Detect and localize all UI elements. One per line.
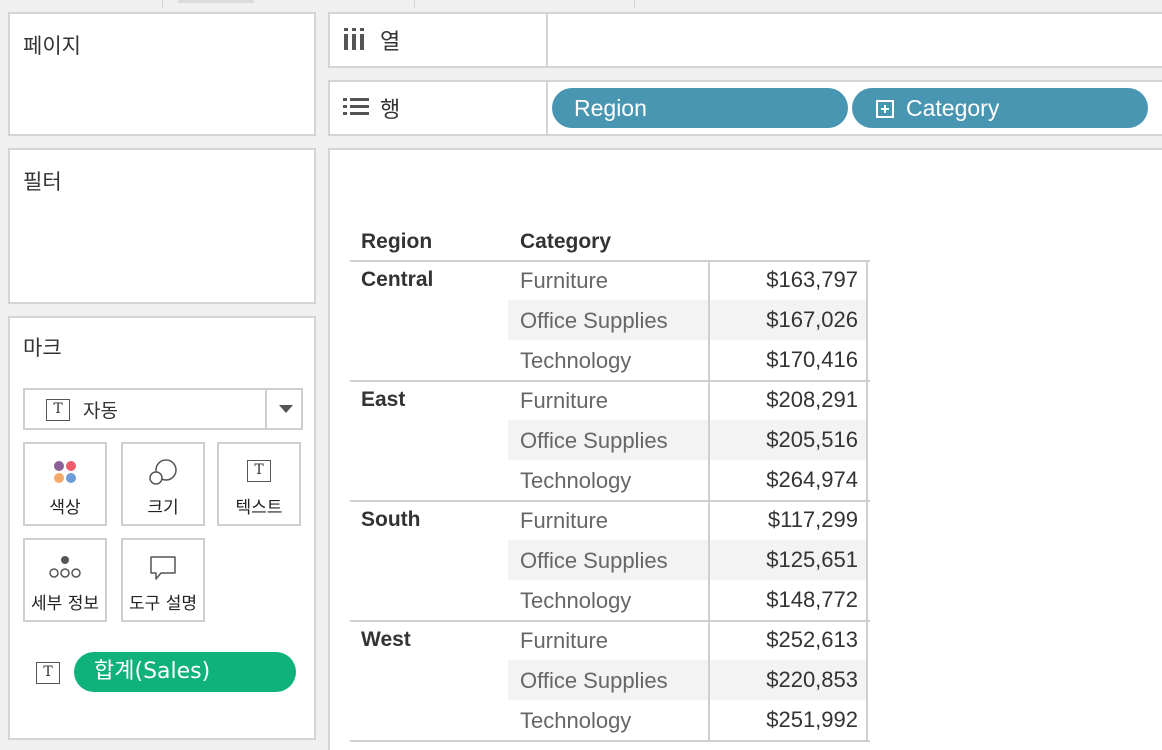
region-group: East Furniture $208,291 Office Supplies $205… xyxy=(350,380,870,500)
column-header-region[interactable]: Region xyxy=(361,230,432,254)
chevron-down-icon[interactable] xyxy=(279,405,293,413)
sales-value-cell[interactable]: $125,651 xyxy=(708,540,868,580)
marks-card: 마크 T 자동 색상 크기 T 텍스트 세부 정보 도구 설명 T 합계(Sal… xyxy=(8,316,316,740)
rows-shelf[interactable]: 행 Region Category xyxy=(328,80,1162,136)
mark-type-dropdown[interactable]: T 자동 xyxy=(23,388,303,430)
sales-value-cell[interactable]: $252,613 xyxy=(708,620,868,660)
table-row[interactable]: Furniture $252,613 xyxy=(508,620,870,660)
marks-card-title: 마크 xyxy=(23,336,62,360)
size-button[interactable]: 크기 xyxy=(121,442,205,526)
sales-value-cell[interactable]: $220,853 xyxy=(708,660,868,700)
size-button-label: 크기 xyxy=(147,498,179,518)
sales-value-cell[interactable]: $170,416 xyxy=(708,340,868,380)
color-button[interactable]: 색상 xyxy=(23,442,107,526)
sales-value-cell[interactable]: $117,299 xyxy=(708,500,868,540)
table-row[interactable]: Furniture $163,797 xyxy=(508,260,870,300)
text-t-icon: T xyxy=(247,460,271,482)
table-row[interactable]: Furniture $208,291 xyxy=(508,380,870,420)
rows-shelf-label: 행 xyxy=(380,98,401,123)
text-encoding-icon[interactable]: T xyxy=(36,662,60,684)
dropdown-divider xyxy=(265,390,267,428)
category-cell[interactable]: Technology xyxy=(508,460,708,500)
table-row[interactable]: Technology $170,416 xyxy=(508,340,870,380)
category-cell[interactable]: Furniture xyxy=(508,620,708,660)
sales-value-cell[interactable]: $167,026 xyxy=(708,300,868,340)
sales-value-cell[interactable]: $264,974 xyxy=(708,460,868,500)
sales-measure-pill[interactable]: 합계(Sales) xyxy=(74,652,296,692)
sales-value-cell[interactable]: $251,992 xyxy=(708,700,868,740)
region-header-cell[interactable]: East xyxy=(361,388,405,412)
region-group: Central Furniture $163,797 Office Supplies $… xyxy=(350,260,870,380)
toolbar-separator xyxy=(634,0,635,8)
toolbar-separator xyxy=(414,0,415,8)
table-row[interactable]: Office Supplies $205,516 xyxy=(508,420,870,460)
size-circles-icon xyxy=(149,459,177,485)
category-cell[interactable]: Office Supplies xyxy=(508,540,708,580)
table-row[interactable]: Technology $251,992 xyxy=(508,700,870,740)
category-cell[interactable]: Furniture xyxy=(508,500,708,540)
category-cell[interactable]: Furniture xyxy=(508,380,708,420)
rows-shelf-header: 행 xyxy=(330,82,548,134)
category-pill-label: Category xyxy=(906,95,1000,121)
detail-button-label: 세부 정보 xyxy=(31,594,99,614)
columns-shelf-label: 열 xyxy=(380,30,401,55)
category-cell[interactable]: Technology xyxy=(508,700,708,740)
region-header-cell[interactable]: South xyxy=(361,508,420,532)
columns-shelf-header: 열 xyxy=(330,14,548,66)
table-row[interactable]: Office Supplies $167,026 xyxy=(508,300,870,340)
table-row[interactable]: Technology $148,772 xyxy=(508,580,870,620)
category-cell[interactable]: Furniture xyxy=(508,260,708,300)
category-cell[interactable]: Office Supplies xyxy=(508,660,708,700)
crosstab-table: Central Furniture $163,797 Office Supplies $… xyxy=(350,260,870,742)
category-cell[interactable]: Office Supplies xyxy=(508,420,708,460)
region-group: West Furniture $252,613 Office Supplies $220… xyxy=(350,620,870,740)
region-header-cell[interactable]: Central xyxy=(361,268,433,292)
top-toolbar-strip xyxy=(0,0,1162,10)
tooltip-bubble-icon xyxy=(150,556,176,580)
region-header-cell[interactable]: West xyxy=(361,628,411,652)
color-button-label: 색상 xyxy=(49,498,81,518)
sales-value-cell[interactable]: $148,772 xyxy=(708,580,868,620)
toolbar-separator xyxy=(162,0,163,8)
rows-icon xyxy=(343,98,369,115)
table-row[interactable]: Technology $264,974 xyxy=(508,460,870,500)
table-row[interactable]: Office Supplies $220,853 xyxy=(508,660,870,700)
sales-value-cell[interactable]: $208,291 xyxy=(708,380,868,420)
detail-button[interactable]: 세부 정보 xyxy=(23,538,107,622)
category-cell[interactable]: Office Supplies xyxy=(508,300,708,340)
sales-value-cell[interactable]: $205,516 xyxy=(708,420,868,460)
columns-icon xyxy=(344,28,364,50)
text-mark-icon: T xyxy=(46,399,70,421)
table-row[interactable]: Furniture $117,299 xyxy=(508,500,870,540)
expand-plus-icon[interactable] xyxy=(876,100,894,118)
category-cell[interactable]: Technology xyxy=(508,340,708,380)
table-row[interactable]: Office Supplies $125,651 xyxy=(508,540,870,580)
tooltip-button-label: 도구 설명 xyxy=(129,594,197,614)
columns-shelf[interactable]: 열 xyxy=(328,12,1162,68)
mark-type-value: 자동 xyxy=(83,400,118,422)
text-button-label: 텍스트 xyxy=(235,498,283,518)
text-button[interactable]: T 텍스트 xyxy=(217,442,301,526)
category-pill[interactable]: Category xyxy=(852,88,1148,128)
region-pill[interactable]: Region xyxy=(552,88,848,128)
sales-value-cell[interactable]: $163,797 xyxy=(708,260,868,300)
view-canvas[interactable]: Region Category Central Furniture $163,797… xyxy=(328,148,1162,750)
filters-card-title: 필터 xyxy=(23,170,62,194)
filters-card[interactable]: 필터 xyxy=(8,148,316,304)
column-header-category[interactable]: Category xyxy=(520,230,611,254)
toolbar-tab[interactable] xyxy=(178,0,254,3)
pages-card-title: 페이지 xyxy=(23,34,81,58)
color-dots-icon xyxy=(54,461,76,483)
category-cell[interactable]: Technology xyxy=(508,580,708,620)
detail-dots-icon xyxy=(49,556,81,578)
region-group: South Furniture $117,299 Office Supplies $12… xyxy=(350,500,870,620)
tooltip-button[interactable]: 도구 설명 xyxy=(121,538,205,622)
pages-card[interactable]: 페이지 xyxy=(8,12,316,136)
table-bottom-border xyxy=(350,740,870,742)
